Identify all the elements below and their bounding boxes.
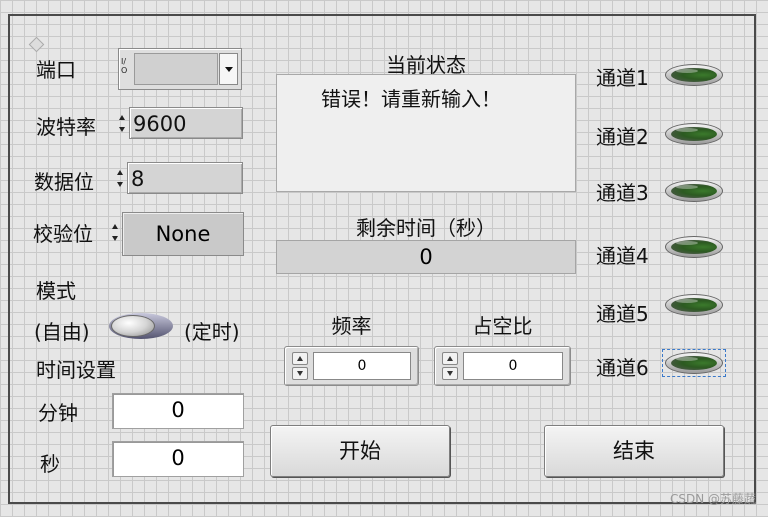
duty-cycle-stepper[interactable] <box>442 352 458 380</box>
channel-3-led <box>665 180 723 202</box>
channel-3-label: 通道3 <box>596 181 649 205</box>
channel-4-led <box>665 236 723 258</box>
parity-label: 校验位 <box>33 222 93 246</box>
parity-stepper[interactable] <box>111 218 120 248</box>
baud-numeric[interactable]: 9600 <box>118 107 244 141</box>
duty-cycle-value[interactable]: 0 <box>463 352 563 380</box>
seconds-input[interactable]: 0 <box>112 441 244 477</box>
parity-value[interactable]: None <box>122 212 244 256</box>
port-select[interactable]: I/O <box>118 48 242 90</box>
parity-ring[interactable]: None <box>111 212 244 256</box>
port-io-icon: I/O <box>121 57 128 75</box>
frequency-label: 频率 <box>331 314 372 338</box>
remaining-time-value: 0 <box>276 240 576 274</box>
time-setting-label: 时间设置 <box>36 358 116 382</box>
channel-1-label: 通道1 <box>596 66 649 90</box>
channel-2-led <box>665 123 723 145</box>
databits-value[interactable]: 8 <box>127 162 243 194</box>
port-value-field <box>134 53 218 85</box>
port-label: 端口 <box>36 58 76 82</box>
stop-button[interactable]: 结束 <box>544 425 724 477</box>
mode-timed-label: (定时) <box>184 320 240 344</box>
baud-label: 波特率 <box>36 115 96 139</box>
frequency-decrement-button[interactable] <box>292 367 308 380</box>
frequency-control[interactable]: 0 <box>284 346 419 386</box>
channel-6-label: 通道6 <box>596 356 649 380</box>
frequency-increment-button[interactable] <box>292 352 308 365</box>
minutes-input[interactable]: 0 <box>112 393 244 429</box>
start-button[interactable]: 开始 <box>270 425 450 477</box>
baud-stepper[interactable] <box>118 109 127 139</box>
duty-cycle-control[interactable]: 0 <box>434 346 571 386</box>
mode-label: 模式 <box>36 279 76 303</box>
port-dropdown-button[interactable] <box>219 53 238 85</box>
status-message-indicator: 错误！请重新输入！ <box>276 74 576 192</box>
baud-value[interactable]: 9600 <box>129 107 243 139</box>
channel-5-label: 通道5 <box>596 302 649 326</box>
channel-2-label: 通道2 <box>596 125 649 149</box>
minutes-label: 分钟 <box>38 401 78 425</box>
seconds-label: 秒 <box>40 452 60 476</box>
frequency-value[interactable]: 0 <box>313 352 411 380</box>
duty-cycle-label: 占空比 <box>472 314 533 338</box>
databits-numeric[interactable]: 8 <box>116 162 244 196</box>
watermark: CSDN @苏藤蔬 <box>669 492 756 506</box>
mode-free-label: (自由) <box>34 320 90 344</box>
channel-4-label: 通道4 <box>596 244 649 268</box>
remaining-time-label: 剩余时间（秒） <box>356 216 496 240</box>
duty-cycle-increment-button[interactable] <box>442 352 458 365</box>
channel-1-led <box>665 64 723 86</box>
channel-6-led <box>662 349 726 377</box>
databits-stepper[interactable] <box>116 164 125 194</box>
status-message-text: 错误！请重新输入！ <box>321 87 501 111</box>
duty-cycle-decrement-button[interactable] <box>442 367 458 380</box>
frequency-stepper[interactable] <box>292 352 308 380</box>
mode-toggle-switch[interactable] <box>109 313 173 339</box>
channel-5-led <box>665 294 723 316</box>
chevron-down-icon <box>225 67 233 72</box>
databits-label: 数据位 <box>34 170 94 194</box>
mode-toggle-knob[interactable] <box>111 315 155 337</box>
